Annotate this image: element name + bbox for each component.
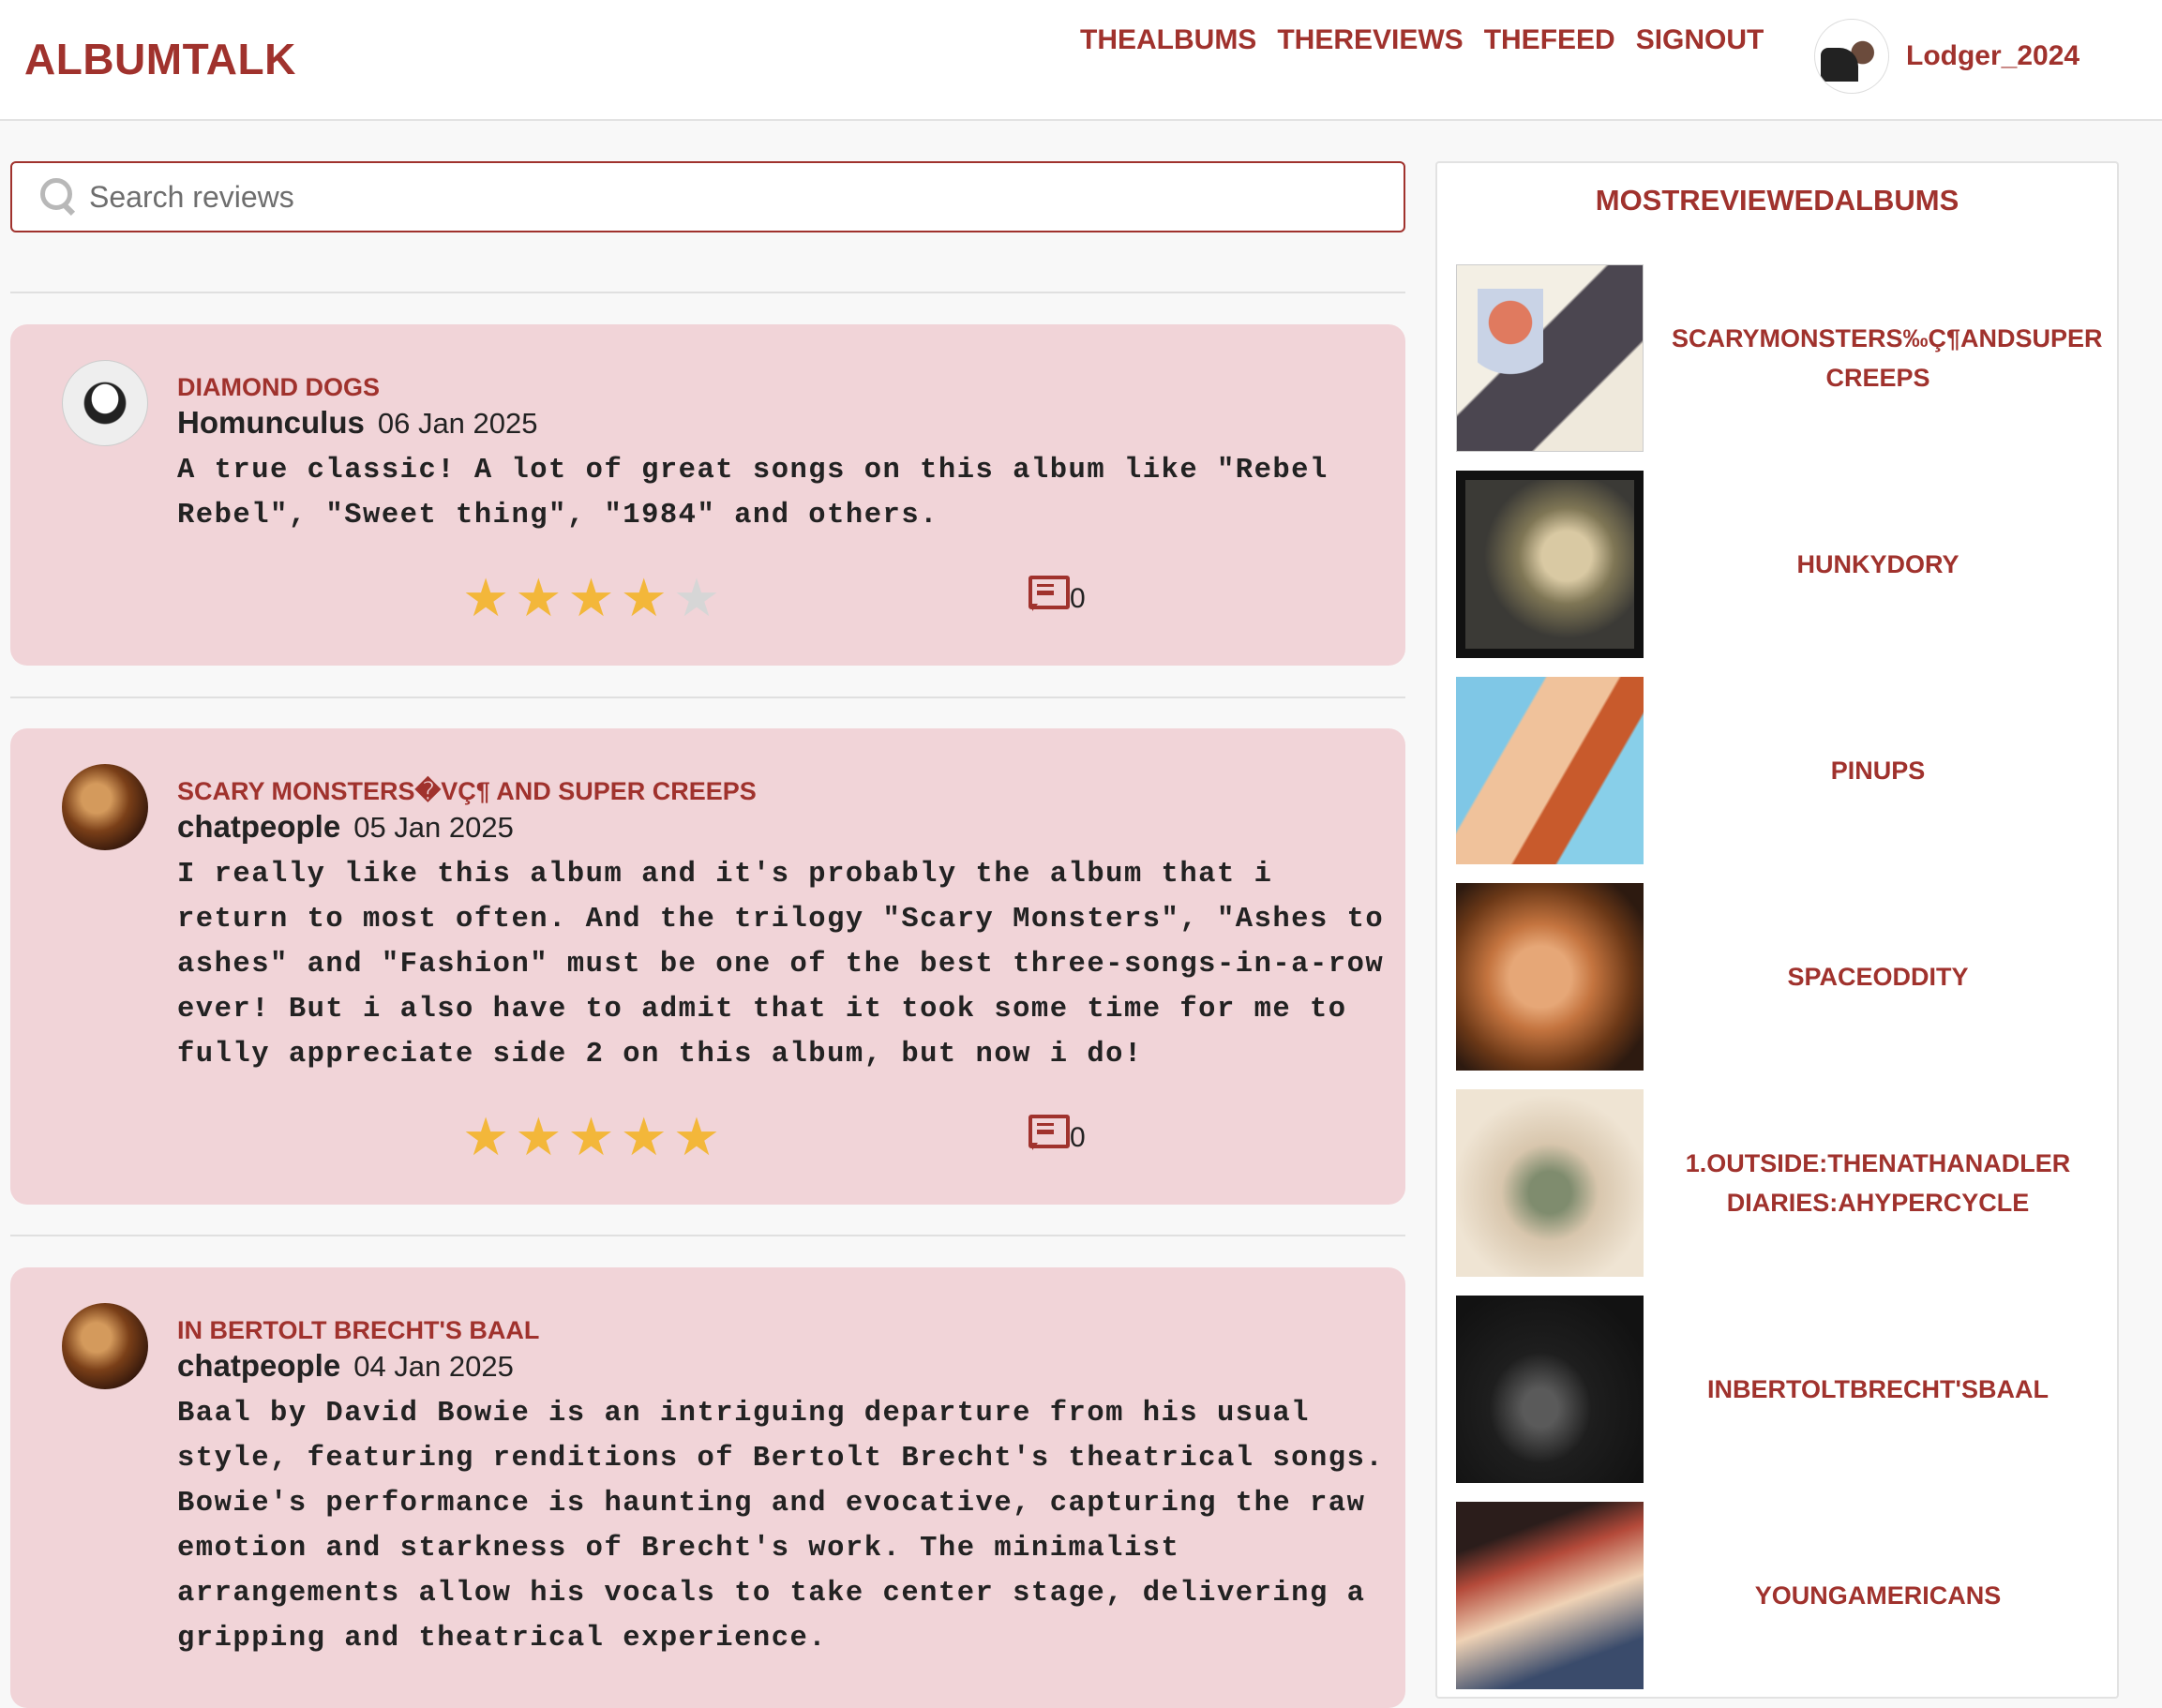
album-cover[interactable] <box>1456 883 1644 1071</box>
brand-logo[interactable]: ALBUMTALK <box>24 34 296 84</box>
top-bar: ALBUMTALK THEALBUMS THEREVIEWS THEFEED S… <box>0 0 2162 121</box>
most-reviewed-sidebar: MOSTREVIEWEDALBUMS SCARYMONSTERS‰Ç¶ANDSU… <box>1435 161 2119 1699</box>
review-author[interactable]: chatpeople <box>177 1348 340 1383</box>
search-icon <box>38 176 80 217</box>
sidebar-album-name[interactable]: 1.OUTSIDE:THENATHANADLER DIARIES:AHYPERC… <box>1672 1144 2084 1222</box>
album-cover[interactable] <box>1456 1296 1644 1483</box>
comment-icon <box>1027 574 1070 615</box>
review-author[interactable]: Homunculus <box>177 405 365 440</box>
album-cover[interactable] <box>1456 1089 1644 1277</box>
star-empty-icon: ★ <box>672 568 721 627</box>
review-text: Baal by David Bowie is an intriguing dep… <box>177 1398 1385 1655</box>
album-cover[interactable] <box>1456 1502 1644 1689</box>
star-rating: ★ ★ ★ ★ ★ <box>462 1111 720 1163</box>
review-card: DIAMOND DOGS Homunculus 06 Jan 2025 A tru… <box>10 324 1405 666</box>
reviewer-avatar[interactable] <box>62 360 148 446</box>
sidebar-album[interactable]: SPACEODDITY <box>1456 883 2103 1071</box>
review-meta: Homunculus 06 Jan 2025 <box>177 405 538 441</box>
comment-count: 0 <box>1070 1122 1086 1153</box>
divider <box>10 697 1405 698</box>
review-album-title[interactable]: DIAMOND DOGS <box>177 373 380 402</box>
sidebar-title: MOSTREVIEWEDALBUMS <box>1595 184 1959 217</box>
review-album-title[interactable]: IN BERTOLT BRECHT'S BAAL <box>177 1316 539 1345</box>
star-icon: ★ <box>567 1107 615 1166</box>
reviewer-avatar[interactable] <box>62 764 148 850</box>
sidebar-album[interactable]: HUNKYDORY <box>1456 471 2103 658</box>
nav-the-albums[interactable]: THEALBUMS <box>1080 24 1256 56</box>
sidebar-album[interactable]: 1.OUTSIDE:THENATHANADLER DIARIES:AHYPERC… <box>1456 1089 2103 1277</box>
comments-button[interactable]: 0 <box>1027 574 1086 615</box>
star-icon: ★ <box>620 1107 668 1166</box>
star-icon: ★ <box>515 1107 563 1166</box>
sidebar-album-name[interactable]: INBERTOLTBRECHT'SBAAL <box>1672 1370 2084 1409</box>
sidebar-album[interactable]: PINUPS <box>1456 677 2103 864</box>
search-input[interactable] <box>89 179 1383 215</box>
sidebar-album[interactable]: YOUNGAMERICANS <box>1456 1502 2103 1689</box>
sidebar-album[interactable]: SCARYMONSTERS‰Ç¶ANDSUPER CREEPS <box>1456 264 2103 452</box>
review-meta: chatpeople 04 Jan 2025 <box>177 1348 514 1384</box>
star-icon: ★ <box>620 568 668 627</box>
star-icon: ★ <box>515 568 563 627</box>
comment-icon <box>1027 1113 1070 1154</box>
nav-the-feed[interactable]: THEFEED <box>1484 24 1615 56</box>
sidebar-album-name[interactable]: SPACEODDITY <box>1672 957 2084 996</box>
sidebar-album-name[interactable]: PINUPS <box>1672 751 2084 790</box>
review-card: IN BERTOLT BRECHT'S BAAL chatpeople 04 Ja… <box>10 1267 1405 1708</box>
nav-the-reviews[interactable]: THEREVIEWS <box>1277 24 1463 56</box>
comment-count: 0 <box>1070 583 1086 614</box>
divider <box>10 292 1405 293</box>
review-card: SCARY MONSTERS�VÇ¶ AND SUPER CREEPS chat… <box>10 728 1405 1205</box>
review-author[interactable]: chatpeople <box>177 809 340 844</box>
star-icon: ★ <box>462 1107 510 1166</box>
sidebar-album-name[interactable]: HUNKYDORY <box>1672 545 2084 584</box>
search-bar <box>10 161 1405 232</box>
review-album-title[interactable]: SCARY MONSTERS�VÇ¶ AND SUPER CREEPS <box>177 777 757 806</box>
star-rating: ★ ★ ★ ★ ★ <box>462 572 720 624</box>
star-icon: ★ <box>462 568 510 627</box>
sidebar-album[interactable]: INBERTOLTBRECHT'SBAAL <box>1456 1296 2103 1483</box>
review-meta: chatpeople 05 Jan 2025 <box>177 809 514 845</box>
nav-sign-out[interactable]: SIGNOUT <box>1636 24 1764 56</box>
username[interactable]: Lodger_2024 <box>1906 40 2079 72</box>
divider <box>10 1235 1405 1236</box>
review-date: 06 Jan 2025 <box>377 407 538 440</box>
review-text: A true classic! A lot of great songs on … <box>177 455 1329 532</box>
reviewer-avatar[interactable] <box>62 1303 148 1389</box>
album-cover[interactable] <box>1456 677 1644 864</box>
star-icon: ★ <box>567 568 615 627</box>
user-menu[interactable]: Lodger_2024 <box>1814 19 2079 94</box>
sidebar-album-name[interactable]: YOUNGAMERICANS <box>1672 1576 2084 1615</box>
main-nav: THEALBUMS THEREVIEWS THEFEED SIGNOUT <box>1080 24 1764 56</box>
comments-button[interactable]: 0 <box>1027 1113 1086 1154</box>
review-text: I really like this album and it's probab… <box>177 859 1385 1071</box>
sidebar-album-name[interactable]: SCARYMONSTERS‰Ç¶ANDSUPER CREEPS <box>1672 319 2103 397</box>
review-date: 04 Jan 2025 <box>353 1350 514 1383</box>
star-icon: ★ <box>672 1107 721 1166</box>
album-cover[interactable] <box>1456 264 1644 452</box>
user-avatar[interactable] <box>1814 19 1889 94</box>
album-cover[interactable] <box>1456 471 1644 658</box>
review-date: 05 Jan 2025 <box>353 811 514 844</box>
